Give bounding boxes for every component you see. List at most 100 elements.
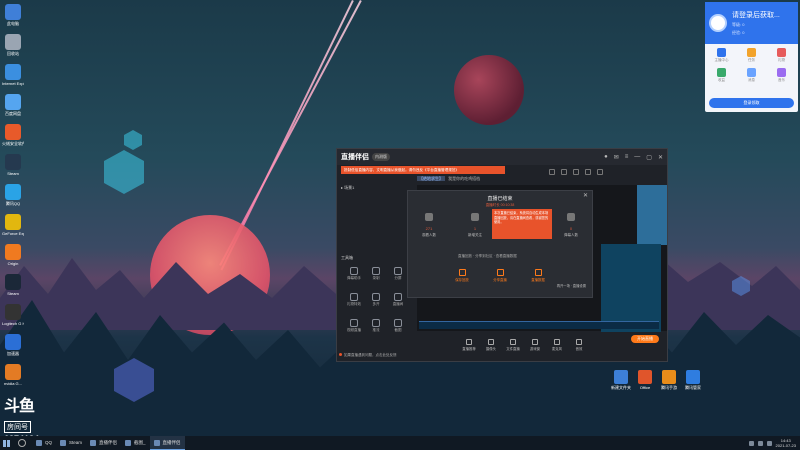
taskbar-app-icon <box>36 439 42 446</box>
dialog-action[interactable]: 保存回放 <box>452 269 472 282</box>
feedback-link[interactable]: 如果直播遇到问题，点击此处反馈 <box>339 353 397 358</box>
bottom-tool-icon <box>576 339 582 345</box>
desktop-icon[interactable]: Office <box>632 370 658 390</box>
desktop-icon[interactable]: Steam <box>2 274 24 296</box>
taskbar-item[interactable]: 直播伴侣 <box>86 436 121 450</box>
feature-item[interactable]: 主播中心 <box>709 48 734 63</box>
taskbar-item[interactable]: Steam <box>56 436 86 450</box>
bottom-tool[interactable]: 文件直播 <box>505 339 521 351</box>
volume-icon[interactable] <box>757 440 763 446</box>
app-icon <box>5 34 21 50</box>
desktop-icon[interactable]: 回收站 <box>2 34 24 56</box>
desktop-icon[interactable]: 加速器 <box>2 334 24 356</box>
dialog-action[interactable]: 分享直播 <box>490 269 510 282</box>
live-category-tag[interactable]: 【绝地求生】 <box>417 176 445 181</box>
tool-icon <box>372 319 380 327</box>
desktop-icon[interactable]: Internet Explorer <box>2 64 24 86</box>
feature-item[interactable]: 音乐 <box>769 68 794 83</box>
desktop-icon[interactable]: nvidia G... <box>2 364 24 386</box>
taskbar-item[interactable]: 截图_ <box>121 436 150 450</box>
tool-item[interactable]: 截图 <box>387 319 409 333</box>
taskbar-item-label: Steam <box>69 440 83 445</box>
login-button[interactable]: 登录领取 <box>709 98 794 108</box>
app-icon <box>5 214 21 230</box>
app-icon <box>5 4 21 20</box>
tool-icon <box>394 293 402 301</box>
bottom-tool[interactable]: 游戏窗 <box>527 339 543 351</box>
tool-item[interactable]: 推流 <box>365 319 387 333</box>
user-avatar[interactable] <box>709 14 727 32</box>
mail-icon[interactable]: ✉ <box>614 154 619 161</box>
avatar-icon[interactable]: ● <box>604 154 608 161</box>
tool-icon <box>394 319 402 327</box>
action-icon <box>534 269 542 276</box>
login-header: 请登录后获取... 等级: 0 经验: 0 <box>705 2 798 44</box>
login-title[interactable]: 请登录后获取... <box>732 10 780 20</box>
desktop-icon[interactable]: Origin <box>2 244 24 266</box>
app-icon <box>5 304 21 320</box>
dialog-secondary-actions[interactable]: 再开一场 · 直播设置 <box>557 283 586 288</box>
tool-label: 截图 <box>394 328 402 332</box>
taskbar-item[interactable]: QQ <box>32 436 56 450</box>
tool-item[interactable]: 视频直播 <box>343 319 365 333</box>
minimize-icon[interactable]: — <box>634 154 640 161</box>
desktop-icon[interactable]: Steam <box>2 154 24 176</box>
desktop-icon-label: Office <box>639 385 651 390</box>
tool-label: 录制 <box>372 276 380 280</box>
layout-icon[interactable] <box>561 169 567 175</box>
tool-item[interactable]: 多开 <box>365 293 387 307</box>
ime-icon[interactable] <box>766 440 772 446</box>
dialog-action[interactable]: 直播数据 <box>528 269 548 282</box>
maximize-icon[interactable]: ▢ <box>646 154 652 161</box>
desktop-icon[interactable]: GeForce Experience <box>2 214 24 236</box>
start-live-button[interactable]: 开始直播 <box>631 335 659 343</box>
desktop-icon[interactable]: 火绒安全软件 <box>2 124 24 146</box>
taskbar-item[interactable]: 直播伴侣 <box>149 436 185 450</box>
desktop-icon[interactable]: Logitech G HUB <box>2 304 24 326</box>
screen-icon[interactable] <box>549 169 555 175</box>
search-icon[interactable] <box>18 439 26 447</box>
close-icon[interactable]: ✕ <box>658 154 663 161</box>
tool-icon <box>372 293 380 301</box>
feature-item[interactable]: 任务 <box>739 48 764 63</box>
action-label: 保存回放 <box>455 278 469 282</box>
desktop-icon-label: 新建文件夹 <box>611 385 631 390</box>
clock[interactable]: 14:43 2021-07-23 <box>776 438 796 448</box>
tool-item[interactable]: 录制 <box>365 267 387 281</box>
feature-item[interactable]: 收益 <box>709 68 734 83</box>
bottom-tool[interactable]: 摄像头 <box>483 339 499 351</box>
tool-icon <box>350 267 358 275</box>
desktop-icon[interactable]: 百度网盘 <box>2 94 24 116</box>
desktop-icon[interactable]: 腾讯管家 <box>680 370 706 391</box>
login-feature-grid: 主播中心 任务 礼物收益 消息 音乐 <box>705 44 798 87</box>
menu-icon[interactable]: ≡ <box>625 154 629 161</box>
tool-item[interactable]: 分屏 <box>387 267 409 281</box>
start-button[interactable] <box>0 436 12 450</box>
bottom-tool[interactable]: 音效 <box>571 339 587 351</box>
scene-selector[interactable]: ▸ 场景1 <box>341 185 411 191</box>
lock-icon[interactable] <box>573 169 579 175</box>
app-titlebar[interactable]: 直播伴侣 内测版 ● ✉ ≡ — ▢ ✕ <box>337 149 667 165</box>
network-icon[interactable] <box>748 440 754 446</box>
tool-item[interactable]: 弹幕助手 <box>343 267 365 281</box>
feature-item[interactable]: 礼物 <box>769 48 794 63</box>
bottom-tool-label: 音效 <box>575 347 583 351</box>
desktop-icon[interactable]: 腾讯QQ <box>2 184 24 206</box>
stat-item: 0 弹幕人数 <box>556 213 586 238</box>
desktop-icon[interactable]: 此电脑 <box>2 4 24 26</box>
summary-links[interactable]: 直播回放 · 分享到社区 · 查看直播数据 <box>458 254 517 259</box>
bottom-tool[interactable]: 麦克风 <box>549 339 565 351</box>
bottom-tool-icon <box>466 339 472 345</box>
tool-item[interactable]: 直播间 <box>387 293 409 307</box>
action-label: 直播数据 <box>531 278 545 282</box>
settings-icon[interactable] <box>585 169 591 175</box>
feature-item[interactable]: 消息 <box>739 68 764 83</box>
scene-label: 场景1 <box>344 185 355 190</box>
desktop-icon[interactable]: 腾讯手游 <box>656 370 682 391</box>
desktop-icon[interactable]: 新建文件夹 <box>608 370 634 391</box>
share-icon[interactable] <box>597 169 603 175</box>
dialog-close-icon[interactable]: ✕ <box>583 192 588 199</box>
notice-banner[interactable]: 抵制低俗直播内容，文明直播从我做起。请勿违反《平台直播管理规范》 <box>341 166 505 174</box>
bottom-tool[interactable]: 直播推荐 <box>461 339 477 351</box>
tool-item[interactable]: 礼物特效 <box>343 293 365 307</box>
